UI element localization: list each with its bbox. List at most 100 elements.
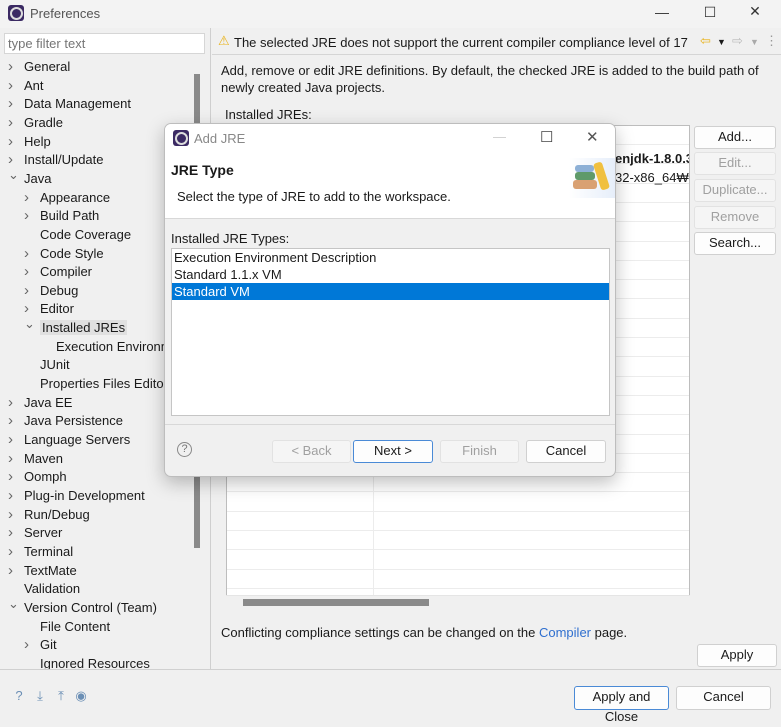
chevron-right-icon[interactable]: › [8,58,20,76]
chevron-down-icon[interactable]: ⌄ [8,166,20,184]
chevron-right-icon[interactable]: › [8,506,20,524]
tree-item[interactable]: ⌄ Version Control (Team) [8,596,157,617]
chevron-right-icon[interactable]: › [8,114,20,132]
tree-item[interactable]: › Oomph [8,468,67,486]
export-icon[interactable]: ⤒ [54,689,68,703]
table-row[interactable] [227,551,689,570]
filter-input[interactable] [4,33,205,54]
tree-item[interactable]: › Server [8,524,62,542]
tree-item[interactable]: › Code Style [24,245,104,263]
tree-item-label: Debug [40,282,79,298]
tree-item[interactable]: › Appearance [24,189,110,207]
preferences-tree[interactable]: › General › Ant › Data Management › Gradle › Help… [0,58,190,670]
tree-item[interactable]: › Help [8,133,51,151]
tree-item[interactable]: › Plug-in Development [8,487,145,505]
finish-button[interactable]: Finish [440,440,519,463]
apply-button[interactable]: Apply [697,644,777,667]
search-button[interactable]: Search... [694,232,776,255]
back-button[interactable]: < Back [272,440,351,463]
record-icon[interactable]: ◉ [74,689,88,703]
apply-and-close-button[interactable]: Apply and Close [574,686,669,724]
dialog-help-icon[interactable]: ? [177,442,192,457]
tree-item-label: JUnit [40,357,70,373]
close-button[interactable]: ✕ [740,3,770,20]
tree-item[interactable]: › Build Path [24,207,99,225]
chevron-right-icon[interactable]: › [8,412,20,430]
table-scrollbar-thumb[interactable] [243,599,429,606]
dialog-cancel-button[interactable]: Cancel [526,440,606,463]
tree-item[interactable]: › Language Servers [8,431,130,449]
chevron-right-icon[interactable]: › [24,189,36,207]
compiler-link[interactable]: Compiler [539,625,591,640]
back-menu-icon[interactable]: ▼ [717,37,726,47]
forward-menu-icon[interactable]: ▼ [750,37,759,47]
tree-item[interactable]: Ignored Resources [24,655,150,670]
tree-item[interactable]: › TextMate [8,562,77,580]
next-button[interactable]: Next > [353,440,433,463]
table-row[interactable] [227,493,689,512]
help-icon[interactable]: ? [12,689,26,703]
chevron-right-icon[interactable]: › [8,562,20,580]
jre-type-item[interactable]: Execution Environment Description [172,249,609,266]
tree-item[interactable]: › Java Persistence [8,412,123,430]
tree-item[interactable]: › Terminal [8,543,73,561]
tree-item[interactable]: File Content [24,618,110,636]
chevron-right-icon[interactable]: › [8,394,20,412]
tree-item[interactable]: › Data Management [8,95,131,113]
back-nav-icon[interactable]: ⇦ [700,33,711,49]
tree-item[interactable]: Properties Files Editor [24,375,168,393]
chevron-right-icon[interactable]: › [8,468,20,486]
maximize-button[interactable]: ☐ [695,4,725,21]
tree-item[interactable]: › Git [24,636,57,654]
tree-item[interactable]: › Maven [8,450,63,468]
add-button[interactable]: Add... [694,126,776,149]
tree-item[interactable]: › Install/Update [8,151,104,169]
chevron-right-icon[interactable]: › [24,245,36,263]
tree-item[interactable]: › Ant [8,77,44,95]
tree-item-label: Ignored Resources [40,655,150,670]
chevron-down-icon[interactable]: ⌄ [24,315,36,333]
chevron-right-icon[interactable]: › [8,431,20,449]
chevron-right-icon[interactable]: › [8,524,20,542]
tree-item[interactable]: › Java EE [8,394,72,412]
more-menu-icon[interactable]: ⋮ [765,33,778,49]
jre-type-item[interactable]: Standard 1.1.x VM [172,266,609,283]
minimize-button[interactable]: — [647,4,677,20]
chevron-right-icon[interactable]: › [24,263,36,281]
tree-item[interactable]: › Compiler [24,263,92,281]
cancel-button[interactable]: Cancel [676,686,771,710]
chevron-right-icon[interactable]: › [8,77,20,95]
tree-item[interactable]: › Debug [24,282,78,300]
tree-item[interactable]: ⌄ Installed JREs [24,316,128,337]
chevron-right-icon[interactable]: › [24,282,36,300]
dialog-maximize-button[interactable]: ☐ [540,128,553,146]
dialog-minimize-button[interactable]: — [493,129,506,144]
forward-nav-icon[interactable]: ⇨ [732,33,743,49]
chevron-right-icon[interactable]: › [24,636,36,654]
tree-item[interactable]: JUnit [24,356,70,374]
tree-item[interactable]: › General [8,58,70,76]
tree-item-label: Plug-in Development [24,487,145,503]
chevron-right-icon[interactable]: › [8,487,20,505]
import-icon[interactable]: ⤓ [33,689,47,703]
duplicate-button[interactable]: Duplicate... [694,179,776,202]
tree-item[interactable]: ⌄ Java [8,167,51,188]
table-row[interactable] [227,531,689,551]
table-row[interactable] [227,570,689,589]
tree-item[interactable]: Execution Environme [40,338,179,356]
tree-item[interactable]: Code Coverage [24,226,131,244]
table-row[interactable] [227,512,689,531]
chevron-right-icon[interactable]: › [8,133,20,151]
edit-button[interactable]: Edit... [694,152,776,175]
tree-item[interactable]: › Run/Debug [8,506,90,524]
dialog-close-button[interactable]: ✕ [586,128,599,146]
jre-types-list[interactable]: Execution Environment Description Standa… [171,248,610,416]
jre-type-item-selected[interactable]: Standard VM [172,283,609,300]
chevron-right-icon[interactable]: › [8,543,20,561]
chevron-right-icon[interactable]: › [8,95,20,113]
remove-button[interactable]: Remove [694,206,776,229]
chevron-right-icon[interactable]: › [24,207,36,225]
tree-item[interactable]: › Gradle [8,114,63,132]
chevron-right-icon[interactable]: › [8,450,20,468]
chevron-down-icon[interactable]: ⌄ [8,595,20,613]
